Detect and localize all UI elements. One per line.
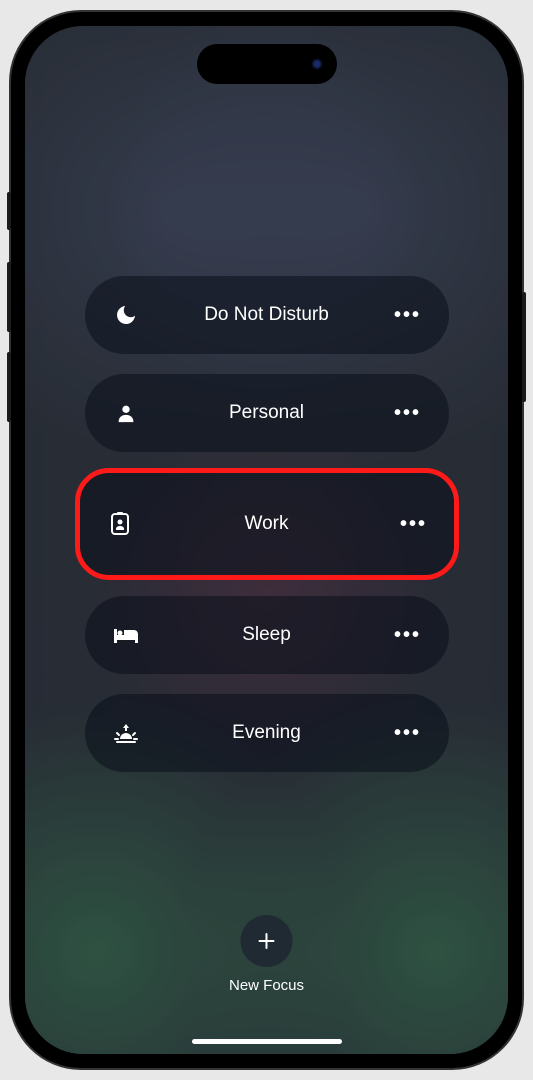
home-indicator[interactable] [192,1039,342,1044]
more-icon[interactable]: ••• [393,722,423,745]
focus-item-work[interactable]: Work ••• [79,472,455,576]
new-focus-button[interactable] [241,915,293,967]
screen: Do Not Disturb ••• Personal ••• Work ••• [25,26,508,1054]
more-icon[interactable]: ••• [393,624,423,647]
new-focus-area: New Focus [229,915,304,994]
person-icon [111,402,141,424]
plus-icon [257,931,277,951]
focus-item-personal[interactable]: Personal ••• [85,374,449,452]
focus-item-sleep[interactable]: Sleep ••• [85,596,449,674]
badge-icon [105,512,135,536]
focus-item-evening[interactable]: Evening ••• [85,694,449,772]
focus-mode-list: Do Not Disturb ••• Personal ••• Work ••• [25,26,508,1054]
volume-up-button [7,262,11,332]
new-focus-label: New Focus [229,977,304,994]
phone-frame: Do Not Disturb ••• Personal ••• Work ••• [11,12,522,1068]
more-icon[interactable]: ••• [393,304,423,327]
focus-label: Personal [141,402,393,424]
more-icon[interactable]: ••• [393,402,423,425]
focus-label: Work [135,513,399,535]
bed-icon [111,625,141,645]
sunset-icon [111,722,141,744]
volume-down-button [7,352,11,422]
dynamic-island [197,44,337,84]
focus-item-do-not-disturb[interactable]: Do Not Disturb ••• [85,276,449,354]
focus-label: Sleep [141,624,393,646]
power-button [522,292,526,402]
moon-icon [111,303,141,327]
focus-label: Do Not Disturb [141,304,393,326]
focus-label: Evening [141,722,393,744]
silent-switch [7,192,11,230]
more-icon[interactable]: ••• [399,513,429,536]
